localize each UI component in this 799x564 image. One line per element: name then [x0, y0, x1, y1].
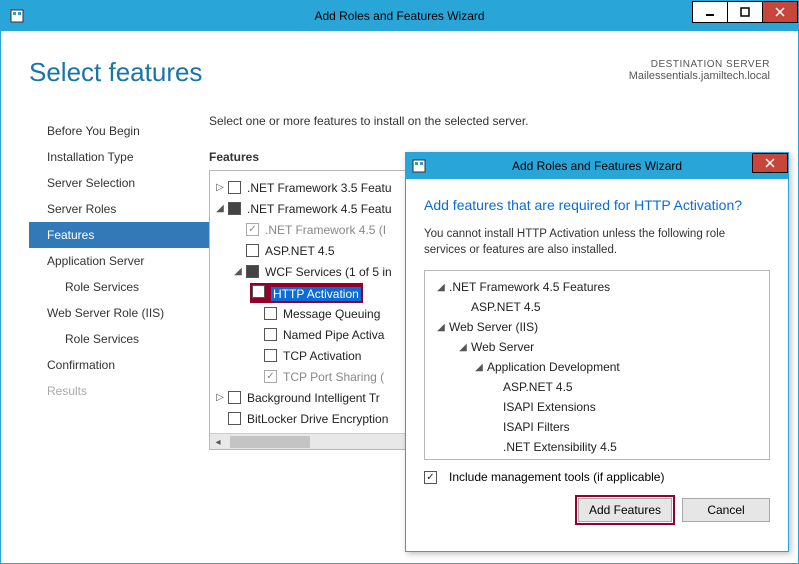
sidebar-item-server-roles[interactable]: Server Roles [29, 196, 209, 222]
dep-isapi-ext[interactable]: ISAPI Extensions [503, 400, 596, 414]
tree-item-msmq[interactable]: Message Queuing [283, 307, 380, 321]
checkbox-bitlocker-drive[interactable] [228, 412, 241, 425]
add-features-button[interactable]: Add Features [578, 498, 672, 522]
sidebar-item-web-server-role-iis[interactable]: Web Server Role (IIS) [29, 300, 209, 326]
maximize-button[interactable] [727, 1, 763, 23]
dialog-title: Add Roles and Features Wizard [406, 159, 788, 173]
checkbox-named-pipe[interactable] [264, 328, 277, 341]
minimize-button[interactable] [692, 1, 728, 23]
col-features: Features [209, 150, 259, 164]
dialog-dependency-tree[interactable]: ◢.NET Framework 4.5 Features ASP.NET 4.5… [424, 270, 770, 460]
sidebar-item-role-services-appserver[interactable]: Role Services [29, 274, 209, 300]
dep-net45-features[interactable]: .NET Framework 4.5 Features [449, 280, 610, 294]
selected-feature-row[interactable]: HTTP Activation [250, 283, 363, 303]
dialog-close-button[interactable] [752, 153, 788, 173]
instruction-text: Select one or more features to install o… [209, 114, 770, 128]
dialog-message: You cannot install HTTP Activation unles… [424, 227, 770, 258]
dialog-titlebar[interactable]: Add Roles and Features Wizard [406, 153, 788, 179]
collapse-icon[interactable]: ◢ [214, 203, 226, 215]
checkbox-tcp-activation[interactable] [264, 349, 277, 362]
wizard-sidebar: Before You Begin Installation Type Serve… [29, 114, 209, 450]
dep-net-ext45[interactable]: .NET Extensibility 4.5 [503, 440, 617, 454]
expand-icon[interactable]: ▷ [214, 182, 226, 194]
dialog-buttons: Add Features Cancel [424, 498, 770, 522]
destination-server: DESTINATION SERVER Mailessentials.jamilt… [629, 59, 770, 82]
sidebar-item-server-selection[interactable]: Server Selection [29, 170, 209, 196]
add-features-dialog: Add Roles and Features Wizard Add featur… [405, 152, 789, 552]
dep-web-server-iis[interactable]: Web Server (IIS) [449, 320, 538, 334]
collapse-icon[interactable]: ◢ [435, 282, 447, 293]
checkbox-aspnet45[interactable] [246, 244, 259, 257]
tree-item-net45[interactable]: .NET Framework 4.5 Featu [247, 202, 392, 216]
sidebar-item-confirmation[interactable]: Confirmation [29, 352, 209, 378]
tree-item-named-pipe[interactable]: Named Pipe Activa [283, 328, 384, 342]
sidebar-item-role-services-iis[interactable]: Role Services [29, 326, 209, 352]
dep-app-dev[interactable]: Application Development [487, 360, 620, 374]
collapse-icon[interactable]: ◢ [435, 322, 447, 333]
sidebar-item-results: Results [29, 378, 209, 404]
dep-web-server[interactable]: Web Server [471, 340, 534, 354]
checkbox-net45[interactable] [228, 202, 241, 215]
checkbox-wcf[interactable] [246, 265, 259, 278]
tree-item-tcp-activation[interactable]: TCP Activation [283, 349, 361, 363]
sidebar-item-before-you-begin[interactable]: Before You Begin [29, 118, 209, 144]
dep-aspnet45[interactable]: ASP.NET 4.5 [471, 300, 541, 314]
checkbox-bits[interactable] [228, 391, 241, 404]
checkbox-include-tools[interactable] [424, 471, 437, 484]
scroll-left-icon[interactable]: ◂ [210, 434, 226, 450]
expand-icon[interactable]: ▷ [214, 392, 226, 404]
dep-aspnet45-role[interactable]: ASP.NET 4.5 [503, 380, 573, 394]
sidebar-item-features[interactable]: Features [29, 222, 209, 248]
tree-item-net45core: .NET Framework 4.5 (I [265, 223, 386, 237]
window-title: Add Roles and Features Wizard [1, 9, 798, 23]
tree-item-tcp-port-sharing: TCP Port Sharing ( [283, 370, 384, 384]
main-titlebar[interactable]: Add Roles and Features Wizard [1, 1, 798, 31]
include-tools-label: Include management tools (if applicable) [449, 470, 664, 484]
destination-label: DESTINATION SERVER [629, 59, 770, 70]
dialog-question: Add features that are required for HTTP … [424, 197, 770, 213]
tree-item-aspnet45[interactable]: ASP.NET 4.5 [265, 244, 335, 258]
collapse-icon[interactable]: ◢ [232, 266, 244, 278]
sidebar-item-application-server[interactable]: Application Server [29, 248, 209, 274]
checkbox-msmq[interactable] [264, 307, 277, 320]
scroll-thumb-h[interactable] [230, 436, 310, 448]
sidebar-item-installation-type[interactable]: Installation Type [29, 144, 209, 170]
dep-isapi-filters[interactable]: ISAPI Filters [503, 420, 570, 434]
tree-item-net35[interactable]: .NET Framework 3.5 Featu [247, 181, 392, 195]
checkbox-net35[interactable] [228, 181, 241, 194]
tree-item-http-activation[interactable]: HTTP Activation [271, 287, 361, 301]
checkbox-tcp-port-sharing [264, 370, 277, 383]
checkbox-http-activation[interactable] [252, 285, 265, 298]
include-tools-row[interactable]: Include management tools (if applicable) [424, 470, 770, 484]
collapse-icon[interactable]: ◢ [457, 342, 469, 353]
window-buttons [693, 1, 798, 23]
cancel-button[interactable]: Cancel [682, 498, 770, 522]
close-button[interactable] [762, 1, 798, 23]
tree-item-wcf[interactable]: WCF Services (1 of 5 in [265, 265, 392, 279]
checkbox-net45core [246, 223, 259, 236]
tree-item-bitlocker-drive[interactable]: BitLocker Drive Encryption [247, 412, 388, 426]
dialog-body: Add features that are required for HTTP … [406, 179, 788, 536]
tree-item-bits[interactable]: Background Intelligent Tr [247, 391, 380, 405]
destination-value: Mailessentials.jamiltech.local [629, 70, 770, 82]
collapse-icon[interactable]: ◢ [473, 362, 485, 373]
